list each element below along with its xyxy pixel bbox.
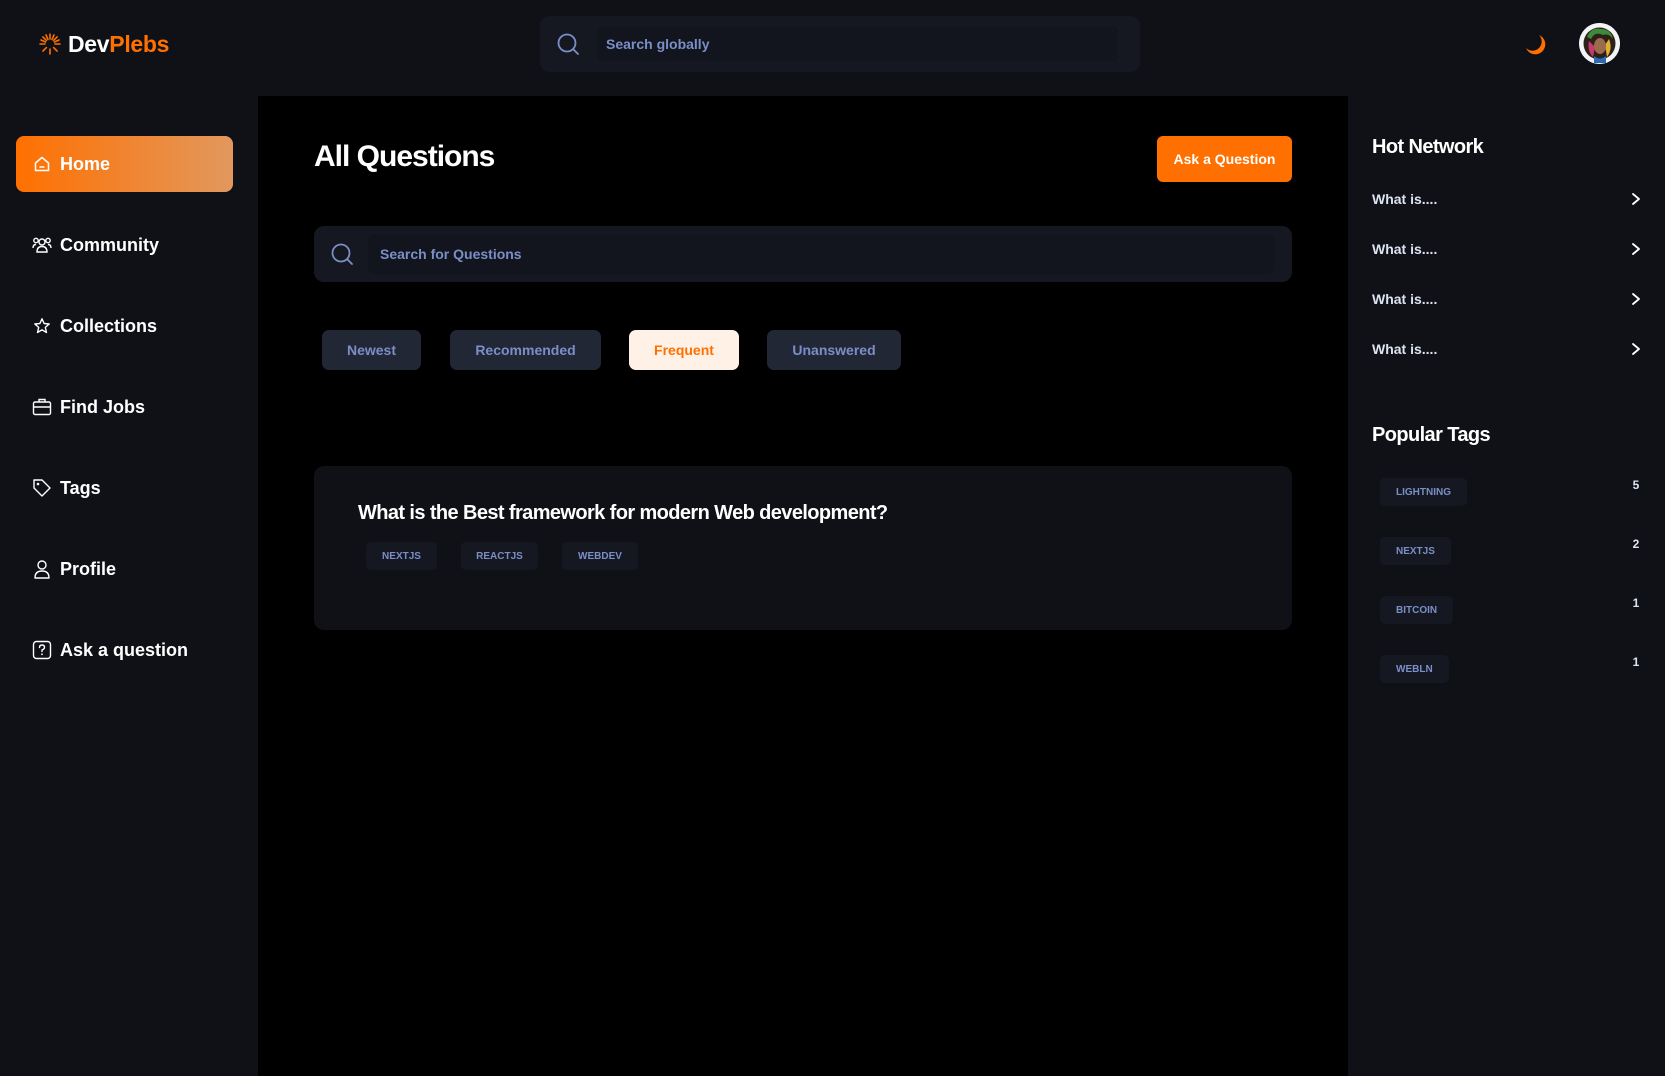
question-card[interactable]: What is the Best framework for modern We… [314, 466, 1292, 630]
home-icon [32, 154, 52, 174]
sidebar-item-label: Find Jobs [60, 396, 145, 417]
hot-network-item[interactable]: What is.... [1372, 338, 1642, 360]
sidebar-item-label: Profile [60, 558, 117, 579]
page-title: All Questions [314, 140, 495, 173]
sidebar-item-label: Community [60, 234, 159, 255]
question-search[interactable]: Search for Questions [314, 226, 1292, 282]
question-tag-nextjs[interactable]: NEXTJS [366, 542, 437, 570]
brand-logo[interactable]: DevPlebs [38, 28, 169, 60]
sun-logo-icon [39, 33, 61, 55]
user-icon [32, 559, 52, 579]
question-tag-webdev[interactable]: WEBDEV [562, 542, 638, 570]
ask-question-button[interactable]: Ask a Question [1157, 136, 1292, 182]
search-icon [557, 33, 579, 55]
hot-network-heading: Hot Network [1372, 136, 1484, 158]
global-search[interactable]: Search globally [540, 16, 1140, 72]
filter-recommended[interactable]: Recommended [450, 330, 601, 370]
hot-network-item[interactable]: What is.... [1372, 288, 1642, 310]
moon-icon[interactable] [1520, 30, 1548, 58]
suitcase-icon [32, 397, 52, 417]
brand-name: DevPlebs [68, 31, 169, 58]
chevron-right-icon [1632, 193, 1640, 205]
question-search-input[interactable]: Search for Questions [368, 234, 1274, 274]
popular-tag-count: 1 [1632, 655, 1640, 669]
popular-tag-bitcoin[interactable]: BITCOIN [1380, 596, 1454, 624]
hot-network-item[interactable]: What is.... [1372, 188, 1642, 210]
sidebar-item-find-jobs[interactable]: Find Jobs [16, 379, 233, 435]
top-bar: DevPlebs Search globally [0, 0, 1665, 96]
tag-icon [32, 478, 52, 498]
sidebar-item-label: Collections [60, 315, 158, 336]
sidebar-item-ask-question[interactable]: Ask a question [16, 622, 233, 678]
main-content: All Questions Ask a Question Search for … [258, 96, 1348, 1076]
popular-tag-webln[interactable]: WEBLN [1380, 655, 1449, 683]
question-tag-reactjs[interactable]: REACTJS [461, 542, 538, 570]
chevron-right-icon [1632, 243, 1640, 255]
right-sidebar: Hot Network What is.... What is.... What… [1348, 96, 1665, 1076]
popular-tag-lightning[interactable]: LIGHTNING [1380, 478, 1467, 506]
sidebar-item-profile[interactable]: Profile [16, 541, 233, 597]
question-title[interactable]: What is the Best framework for modern We… [358, 502, 888, 525]
brand-name-part2: Plebs [109, 30, 170, 57]
popular-tags-heading: Popular Tags [1372, 424, 1491, 446]
left-sidebar: Home Community Collections Find Jobs Tag [0, 96, 258, 1076]
chevron-right-icon [1632, 343, 1640, 355]
sidebar-item-label: Home [60, 153, 111, 174]
users-icon [32, 235, 52, 255]
hot-network-item-label: What is.... [1372, 241, 1438, 257]
filter-newest[interactable]: Newest [322, 330, 421, 370]
popular-tag-count: 2 [1632, 537, 1640, 551]
sidebar-item-collections[interactable]: Collections [16, 298, 233, 354]
filter-frequent[interactable]: Frequent [629, 330, 739, 370]
avatar[interactable] [1579, 23, 1620, 64]
chevron-right-icon [1632, 293, 1640, 305]
popular-tag-count: 1 [1632, 596, 1640, 610]
global-search-placeholder: Search globally [606, 36, 710, 52]
brand-name-part1: Dev [68, 30, 110, 57]
sidebar-item-community[interactable]: Community [16, 217, 233, 273]
app-root: DevPlebs Search globally Home Community … [0, 0, 1665, 1076]
global-search-input[interactable]: Search globally [598, 26, 1118, 62]
filter-unanswered[interactable]: Unanswered [767, 330, 901, 370]
sidebar-item-tags[interactable]: Tags [16, 460, 233, 516]
hot-network-item-label: What is.... [1372, 291, 1438, 307]
sidebar-item-home[interactable]: Home [16, 136, 233, 192]
hot-network-item[interactable]: What is.... [1372, 238, 1642, 260]
question-search-placeholder: Search for Questions [380, 246, 522, 262]
search-icon [331, 243, 353, 265]
hot-network-item-label: What is.... [1372, 191, 1438, 207]
popular-tag-count: 5 [1632, 478, 1640, 492]
popular-tag-nextjs[interactable]: NEXTJS [1380, 537, 1451, 565]
question-icon [32, 640, 52, 660]
avatar-image [1579, 23, 1620, 64]
hot-network-item-label: What is.... [1372, 341, 1438, 357]
sidebar-item-label: Tags [60, 477, 101, 498]
star-icon [32, 316, 52, 336]
sidebar-item-label: Ask a question [60, 639, 189, 660]
